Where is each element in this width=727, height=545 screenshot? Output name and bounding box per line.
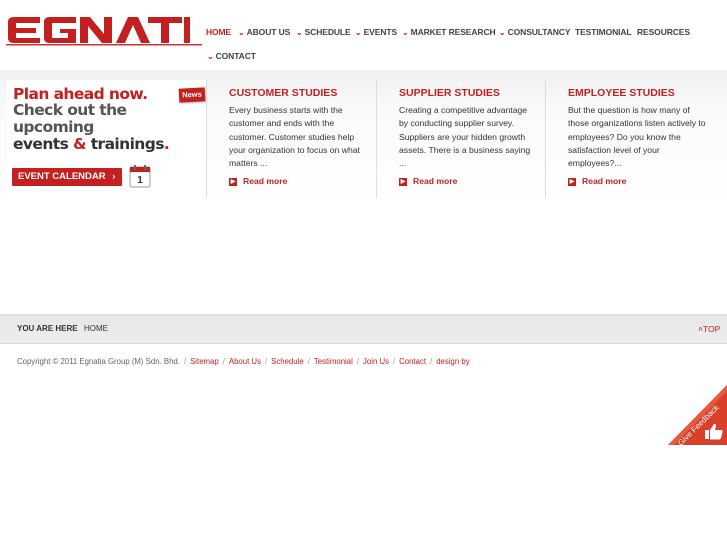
- banner-trainings-text: trainings: [85, 135, 165, 153]
- column-divider: [376, 80, 377, 198]
- chevron-right-icon: ›: [112, 171, 116, 182]
- chevron-down-icon: ⌄: [207, 52, 214, 61]
- back-to-top-label: TOP: [702, 324, 721, 334]
- nav-about-us[interactable]: ⌄ ABOUT US: [238, 27, 290, 37]
- banner-headline-1: Plan ahead now.: [13, 85, 148, 103]
- breadcrumb-label: YOU ARE HERE: [17, 324, 78, 333]
- nav-home-label: HOME: [206, 27, 232, 37]
- nav-contact-label: CONTACT: [215, 51, 256, 61]
- column-divider: [206, 80, 207, 198]
- footer-link-join-us[interactable]: Join Us: [363, 357, 389, 366]
- arrow-right-icon: ▶: [399, 177, 407, 186]
- nav-schedule-label: SCHEDULE: [304, 27, 351, 37]
- nav-consultancy[interactable]: ⌄ CONSULTANCY: [499, 27, 571, 37]
- footer-link-contact[interactable]: Contact: [399, 357, 426, 366]
- read-more-link[interactable]: ▶ Read more: [399, 176, 457, 186]
- read-more-link[interactable]: ▶ Read more: [568, 176, 626, 186]
- footer-link-testimonial[interactable]: Testimonial: [314, 357, 353, 366]
- feedback-ribbon-graphic: Give Feedback: [668, 385, 727, 448]
- customer-studies-column: CUSTOMER STUDIES Every business starts w…: [229, 80, 369, 198]
- give-feedback-ribbon[interactable]: Give Feedback: [668, 385, 727, 448]
- banner-events-text: events: [13, 135, 73, 153]
- nav-about-us-label: ABOUT US: [246, 27, 291, 37]
- footer-link-design-by[interactable]: design by: [436, 357, 469, 366]
- column-divider: [545, 80, 546, 198]
- supplier-studies-column: SUPPLIER STUDIES Creating a competitive …: [399, 80, 539, 198]
- column-title[interactable]: EMPLOYEE STUDIES: [568, 87, 675, 99]
- column-title[interactable]: CUSTOMER STUDIES: [229, 87, 337, 99]
- chevron-down-icon: ⌄: [296, 28, 303, 37]
- banner-dot: .: [163, 135, 170, 153]
- read-more-label: Read more: [243, 176, 288, 186]
- calendar-icon: 1: [129, 165, 151, 188]
- footer-link-schedule[interactable]: Schedule: [271, 357, 304, 366]
- chevron-down-icon: ⌄: [402, 28, 409, 37]
- nav-market-research[interactable]: ⌄ MARKET RESEARCH: [402, 27, 496, 37]
- egnatia-logo[interactable]: [6, 14, 202, 46]
- nav-resources-label: RESOURCES: [637, 27, 690, 37]
- logo-graphic: [6, 17, 202, 46]
- copyright-text: Copyright © 2011 Egnatia Group (M) Sdn. …: [17, 357, 180, 366]
- column-body: But the question is how many of those or…: [568, 105, 706, 169]
- arrow-right-icon: ▶: [568, 177, 576, 186]
- nav-schedule[interactable]: ⌄ SCHEDULE: [296, 27, 351, 37]
- events-banner[interactable]: Plan ahead now. Check out the upcoming e…: [7, 80, 206, 194]
- nav-testimonial-label: TESTIMONIAL: [575, 27, 632, 37]
- breadcrumb-bar: YOU ARE HERE HOME ˄TOP: [0, 314, 727, 344]
- banner-headline-2: Check out the: [13, 101, 127, 119]
- footer: Copyright © 2011 Egnatia Group (M) Sdn. …: [17, 357, 470, 366]
- footer-link-sitemap[interactable]: Sitemap: [190, 357, 219, 366]
- nav-contact[interactable]: ⌄ CONTACT: [207, 51, 256, 61]
- column-body: Creating a competitive advantage by cond…: [399, 105, 531, 169]
- nav-events-label: EVENTS: [363, 27, 398, 37]
- chevron-down-icon: ⌄: [238, 28, 245, 37]
- read-more-label: Read more: [413, 176, 458, 186]
- footer-link-about-us[interactable]: About Us: [229, 357, 261, 366]
- nav-testimonial[interactable]: TESTIMONIAL: [575, 27, 632, 37]
- column-title[interactable]: SUPPLIER STUDIES: [399, 87, 500, 99]
- banner-headline-4: events & trainings.: [13, 135, 170, 153]
- nav-home[interactable]: HOME: [206, 27, 231, 37]
- read-more-link[interactable]: ▶ Read more: [229, 176, 287, 186]
- chevron-down-icon: ⌄: [499, 28, 506, 37]
- arrow-right-icon: ▶: [229, 177, 237, 186]
- event-calendar-button[interactable]: EVENT CALENDAR ›: [12, 168, 122, 186]
- nav-events[interactable]: ⌄ EVENTS: [355, 27, 397, 37]
- nav-consultancy-label: CONSULTANCY: [507, 27, 571, 37]
- event-calendar-label: EVENT CALENDAR: [18, 171, 106, 182]
- breadcrumb-home-link[interactable]: HOME: [84, 324, 108, 333]
- employee-studies-column: EMPLOYEE STUDIES But the question is how…: [568, 80, 718, 198]
- nav-market-research-label: MARKET RESEARCH: [410, 27, 496, 37]
- calendar-day: 1: [137, 175, 143, 186]
- nav-resources[interactable]: RESOURCES: [637, 27, 690, 37]
- banner-ampersand: &: [73, 135, 87, 153]
- column-body: Every business starts with the customer …: [229, 105, 360, 169]
- chevron-down-icon: ⌄: [355, 28, 362, 37]
- banner-headline-3: upcoming: [13, 118, 94, 136]
- news-badge: News: [178, 87, 206, 103]
- read-more-label: Read more: [582, 176, 627, 186]
- back-to-top-link[interactable]: ˄TOP: [698, 324, 720, 334]
